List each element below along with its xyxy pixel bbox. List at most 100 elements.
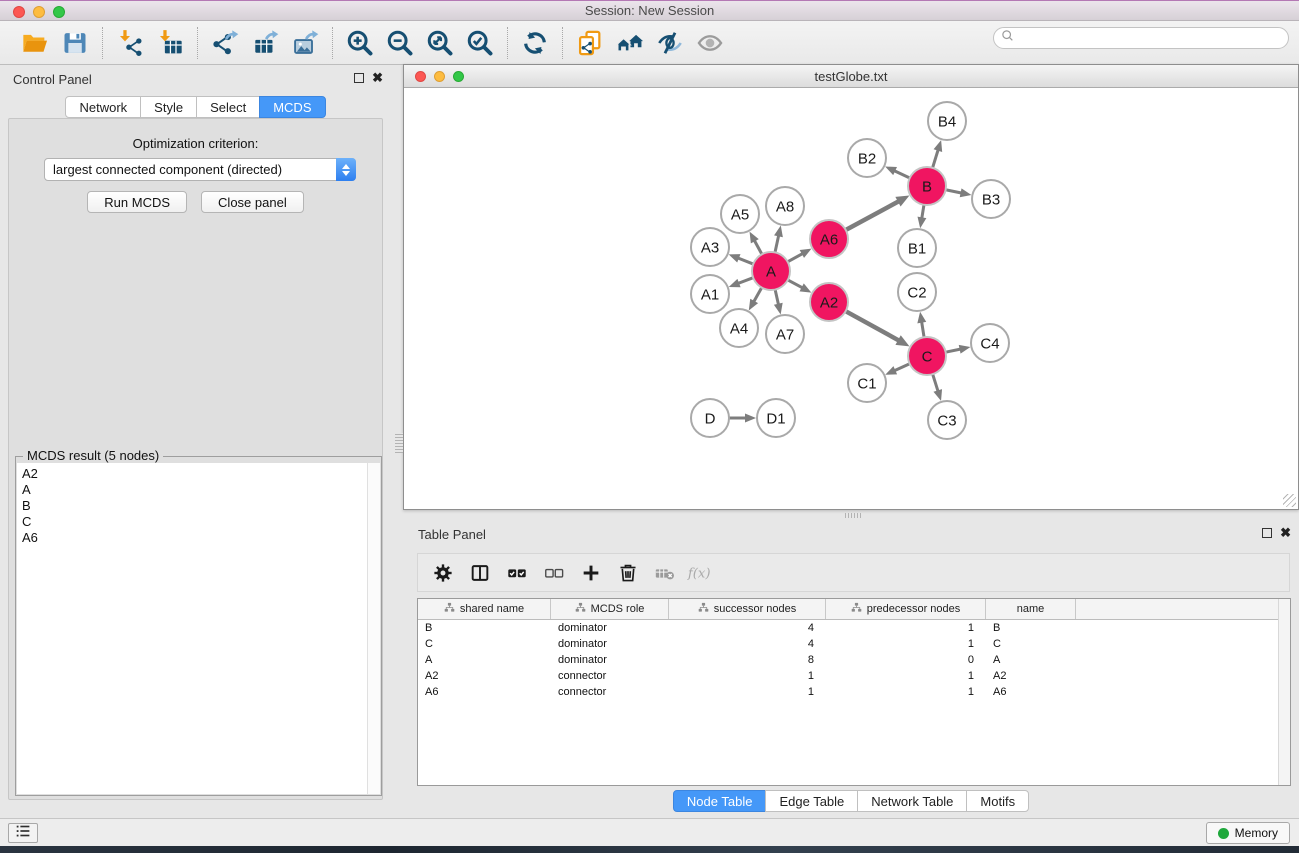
graph-edge-A-A2[interactable] — [788, 280, 804, 288]
result-list-item[interactable]: A — [22, 482, 367, 498]
graph-node-A3[interactable]: A3 — [691, 228, 729, 266]
graph-node-C[interactable]: C — [908, 337, 946, 375]
zoom-out-icon[interactable] — [383, 26, 417, 60]
table-scrollbar[interactable] — [1278, 599, 1290, 785]
graph-edge-A2-C[interactable] — [846, 311, 900, 341]
task-history-button[interactable] — [8, 823, 38, 843]
graph-node-D1[interactable]: D1 — [757, 399, 795, 437]
graph-node-C4[interactable]: C4 — [971, 324, 1009, 362]
zoom-selected-icon[interactable] — [463, 26, 497, 60]
result-list-item[interactable]: A2 — [22, 466, 367, 482]
clone-network-icon[interactable] — [573, 26, 607, 60]
table-tab-motifs[interactable]: Motifs — [966, 790, 1029, 812]
eye-icon[interactable] — [693, 26, 727, 60]
graph-node-A6[interactable]: A6 — [810, 220, 848, 258]
export-network-icon[interactable] — [208, 26, 242, 60]
graph-edge-A-A4[interactable] — [753, 288, 762, 303]
graph-node-A4[interactable]: A4 — [720, 309, 758, 347]
mcds-result-list[interactable]: A2ABCA6 — [17, 463, 367, 794]
horizontal-divider-grip[interactable] — [845, 513, 863, 518]
graph-node-B[interactable]: B — [908, 167, 946, 205]
open-folder-icon[interactable] — [18, 26, 52, 60]
add-icon[interactable] — [576, 558, 606, 588]
search-input[interactable] — [1016, 29, 1288, 47]
column-header-successor-nodes[interactable]: successor nodes — [669, 599, 826, 619]
graph-node-A[interactable]: A — [752, 252, 790, 290]
graph-edge-A-A3[interactable] — [737, 258, 753, 264]
graph-node-B4[interactable]: B4 — [928, 102, 966, 140]
table-float-icon[interactable] — [1262, 528, 1272, 538]
graph-node-A7[interactable]: A7 — [766, 315, 804, 353]
graph-node-A1[interactable]: A1 — [691, 275, 729, 313]
graph-edge-C-C4[interactable] — [946, 349, 962, 352]
run-mcds-button[interactable]: Run MCDS — [87, 191, 187, 213]
graph-edge-A-A1[interactable] — [737, 278, 753, 284]
column-header-predecessor-nodes[interactable]: predecessor nodes — [826, 599, 986, 619]
tab-mcds[interactable]: MCDS — [259, 96, 325, 118]
graph-edge-B-B2[interactable] — [893, 170, 910, 178]
table-row[interactable]: Adominator80A — [418, 652, 1290, 668]
graph-edge-B-B1[interactable] — [922, 205, 924, 220]
network-canvas[interactable]: B4B2BB3A5A8A6A3B1AC2A1A2A4A7C4CC1DD1C3 — [404, 89, 1298, 509]
save-icon[interactable] — [58, 26, 92, 60]
node-table[interactable]: shared nameMCDS rolesuccessor nodesprede… — [417, 598, 1291, 786]
graph-edge-C-C3[interactable] — [933, 374, 939, 392]
select-all-icon[interactable] — [502, 558, 532, 588]
resize-grip-icon[interactable] — [1283, 494, 1296, 507]
column-header-name[interactable]: name — [986, 599, 1076, 619]
table-row[interactable]: A6connector11A6 — [418, 684, 1290, 700]
graph-node-C2[interactable]: C2 — [898, 273, 936, 311]
table-row[interactable]: Bdominator41B — [418, 620, 1290, 636]
graph-node-B2[interactable]: B2 — [848, 139, 886, 177]
result-scrollbar[interactable] — [367, 463, 380, 794]
tab-style[interactable]: Style — [140, 96, 197, 118]
export-image-icon[interactable] — [288, 26, 322, 60]
column-view-icon[interactable] — [465, 558, 495, 588]
graph-edge-B-B4[interactable] — [933, 149, 939, 168]
zoom-fit-icon[interactable] — [423, 26, 457, 60]
graph-edge-A-A6[interactable] — [788, 253, 804, 262]
table-close-icon[interactable]: ✖ — [1280, 527, 1291, 538]
deselect-all-icon[interactable] — [539, 558, 569, 588]
graph-edge-A-A7[interactable] — [775, 290, 779, 306]
graph-node-B1[interactable]: B1 — [898, 229, 936, 267]
criterion-select[interactable]: largest connected component (directed) — [44, 158, 356, 181]
graph-node-C3[interactable]: C3 — [928, 401, 966, 439]
graph-node-A8[interactable]: A8 — [766, 187, 804, 225]
hide-details-icon[interactable] — [653, 26, 687, 60]
result-list-item[interactable]: C — [22, 514, 367, 530]
table-header-row[interactable]: shared nameMCDS rolesuccessor nodesprede… — [418, 599, 1290, 620]
zoom-in-icon[interactable] — [343, 26, 377, 60]
tab-network[interactable]: Network — [65, 96, 141, 118]
graph-edge-A-A8[interactable] — [775, 234, 779, 252]
graph-node-A2[interactable]: A2 — [810, 283, 848, 321]
graph-node-B3[interactable]: B3 — [972, 180, 1010, 218]
close-panel-icon[interactable]: ✖ — [372, 72, 383, 83]
table-row[interactable]: A2connector11A2 — [418, 668, 1290, 684]
graph-edge-C-C2[interactable] — [921, 321, 924, 338]
import-network-icon[interactable] — [113, 26, 147, 60]
tab-select[interactable]: Select — [196, 96, 260, 118]
graph-edge-A-A5[interactable] — [754, 239, 762, 254]
home-icon[interactable] — [613, 26, 647, 60]
graph-node-D[interactable]: D — [691, 399, 729, 437]
memory-button[interactable]: Memory — [1206, 822, 1290, 844]
network-window-titlebar[interactable]: testGlobe.txt — [404, 65, 1298, 88]
graph-node-A5[interactable]: A5 — [721, 195, 759, 233]
column-header-shared-name[interactable]: shared name — [418, 599, 551, 619]
refresh-icon[interactable] — [518, 26, 552, 60]
table-tab-node-table[interactable]: Node Table — [673, 790, 767, 812]
delete-icon[interactable] — [613, 558, 643, 588]
result-list-item[interactable]: A6 — [22, 530, 367, 546]
import-table-icon[interactable] — [153, 26, 187, 60]
table-tab-network-table[interactable]: Network Table — [857, 790, 967, 812]
graph-edge-B-B3[interactable] — [946, 190, 963, 193]
select-stepper-icon[interactable] — [336, 158, 356, 181]
vertical-divider-grip[interactable] — [395, 433, 403, 453]
export-table-icon[interactable] — [248, 26, 282, 60]
table-row[interactable]: Cdominator41C — [418, 636, 1290, 652]
search-box[interactable] — [993, 27, 1289, 49]
close-panel-button[interactable]: Close panel — [201, 191, 304, 213]
graph-edge-A6-B[interactable] — [846, 201, 900, 230]
graph-edge-C-C1[interactable] — [893, 364, 909, 371]
